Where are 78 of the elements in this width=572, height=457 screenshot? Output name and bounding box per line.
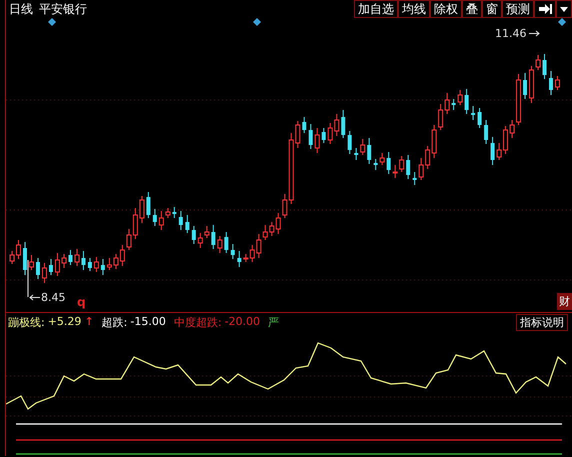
toolbar-button[interactable]: 加自选: [354, 0, 398, 18]
candlestick: [471, 106, 476, 120]
candlestick: [81, 250, 86, 270]
candlestick: [412, 172, 417, 186]
candlestick: [146, 192, 150, 218]
diamond-icon: [48, 18, 56, 26]
candlestick: [172, 206, 176, 218]
toolbar-button[interactable]: 均线: [398, 0, 430, 18]
chart-period[interactable]: 日线: [6, 0, 36, 18]
candlestick: [192, 226, 196, 244]
candlestick: [464, 88, 469, 114]
stock-name: 平安银行: [38, 1, 88, 18]
candlestick: [406, 154, 410, 180]
candlestick: [308, 124, 313, 150]
indicator-label: 超跌:: [102, 314, 128, 330]
candlestick: [367, 138, 372, 164]
candlestick: [458, 90, 463, 106]
candlestick: [217, 236, 222, 254]
candlestick: [386, 152, 391, 174]
indicator-value: -20.00: [224, 314, 260, 330]
candlestick: [74, 248, 80, 266]
candlestick: [185, 214, 190, 234]
indicator-label: 蹦极线:: [8, 314, 45, 330]
toolbar-button[interactable]: 窗: [482, 0, 502, 18]
candlestick: [484, 120, 488, 144]
candlestick: [230, 244, 235, 260]
candlestick: [23, 242, 27, 276]
candlestick: [549, 70, 553, 96]
candlestick: [360, 138, 366, 156]
toolbar-button[interactable]: 预测: [502, 0, 534, 18]
candlestick: [452, 98, 456, 110]
candlestick: [42, 262, 47, 284]
indicator-value: +5.29: [48, 314, 82, 330]
candlestick: [152, 208, 157, 226]
candlestick: [348, 130, 352, 154]
finance-button[interactable]: 财: [557, 293, 572, 310]
candlestick: [523, 72, 528, 100]
candlestick: [36, 258, 40, 280]
trend-arrow: ↑: [84, 314, 94, 330]
candlestick: [28, 254, 34, 270]
candlestick: [88, 258, 92, 272]
indicator-value: -15.00: [130, 314, 166, 330]
skip-to-end-button[interactable]: [534, 0, 556, 18]
price-label: 8.45: [41, 291, 66, 304]
indicator-label: 中度超跌:: [174, 314, 222, 330]
toolbar-button[interactable]: 除权: [430, 0, 462, 18]
diamond-icon: [558, 18, 566, 26]
candlestick: [380, 152, 385, 166]
candlestick: [478, 108, 482, 128]
price-label: 11.46: [495, 27, 526, 40]
toolbar-button[interactable]: 叠: [462, 0, 482, 18]
skip-to-end-icon: [538, 3, 552, 15]
diamond-icon: [253, 18, 261, 26]
candlestick: [94, 256, 99, 272]
candlestick: [490, 136, 495, 166]
candlestick: [542, 54, 547, 80]
indicator-label: 严: [268, 314, 280, 330]
candlestick: [555, 76, 560, 90]
candlestick: [237, 250, 242, 268]
candlestick: [341, 110, 346, 138]
candlestick: [224, 232, 228, 254]
candlestick: [48, 258, 53, 276]
candlestick: [211, 224, 216, 250]
indicator-help-button[interactable]: 指标说明: [516, 314, 568, 330]
candlestick: [374, 158, 378, 170]
dropdown-button[interactable]: [556, 0, 572, 18]
candlestick: [10, 250, 14, 264]
caret-icon: [560, 6, 568, 12]
candlestick: [314, 128, 320, 154]
candlestick: [302, 116, 306, 134]
candlestick: [354, 148, 358, 160]
candlestick: [322, 128, 326, 144]
arrow-icon: [528, 30, 540, 37]
candlestick: [100, 258, 105, 276]
candlestick: [178, 210, 183, 230]
candlestick: [16, 240, 21, 260]
candlestick: [68, 250, 72, 266]
chart-marker: q: [77, 296, 86, 309]
